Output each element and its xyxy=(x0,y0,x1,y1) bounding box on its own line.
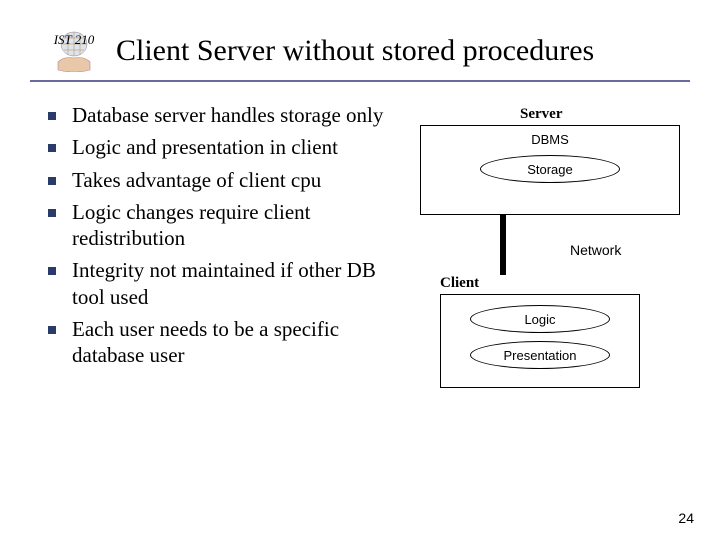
page-number: 24 xyxy=(678,510,694,526)
list-item: Logic changes require client redistribut… xyxy=(30,199,400,252)
network-label: Network xyxy=(570,242,621,258)
presentation-ellipse: Presentation xyxy=(470,341,610,369)
network-connector xyxy=(500,215,506,275)
list-item: Integrity not maintained if other DB too… xyxy=(30,257,400,310)
bullet-text: Database server handles storage only xyxy=(72,102,383,128)
bullet-icon xyxy=(48,112,56,120)
bullet-icon xyxy=(48,144,56,152)
client-box: Logic Presentation xyxy=(440,294,640,388)
client-label: Client xyxy=(440,275,640,292)
bullet-icon xyxy=(48,326,56,334)
course-badge: IST 210 xyxy=(50,30,98,72)
bullet-list: Database server handles storage only Log… xyxy=(30,102,420,388)
architecture-diagram: Server DBMS Storage Network Client Logic… xyxy=(420,102,690,388)
dbms-label: DBMS xyxy=(421,132,679,147)
server-box: DBMS Storage xyxy=(420,125,680,215)
bullet-icon xyxy=(48,209,56,217)
list-item: Database server handles storage only xyxy=(30,102,400,128)
bullet-text: Logic and presentation in client xyxy=(72,134,338,160)
storage-ellipse: Storage xyxy=(480,155,620,183)
slide-header: IST 210 Client Server without stored pro… xyxy=(30,0,690,82)
slide-title: Client Server without stored procedures xyxy=(116,34,594,68)
bullet-icon xyxy=(48,267,56,275)
bullet-icon xyxy=(48,177,56,185)
list-item: Each user needs to be a specific databas… xyxy=(30,316,400,369)
list-item: Takes advantage of client cpu xyxy=(30,167,400,193)
bullet-text: Each user needs to be a specific databas… xyxy=(72,316,400,369)
bullet-text: Integrity not maintained if other DB too… xyxy=(72,257,400,310)
bullet-text: Takes advantage of client cpu xyxy=(72,167,321,193)
course-code: IST 210 xyxy=(54,32,95,48)
list-item: Logic and presentation in client xyxy=(30,134,400,160)
slide-content: Database server handles storage only Log… xyxy=(0,82,720,388)
bullet-text: Logic changes require client redistribut… xyxy=(72,199,400,252)
logic-ellipse: Logic xyxy=(470,305,610,333)
server-label: Server xyxy=(520,106,690,123)
